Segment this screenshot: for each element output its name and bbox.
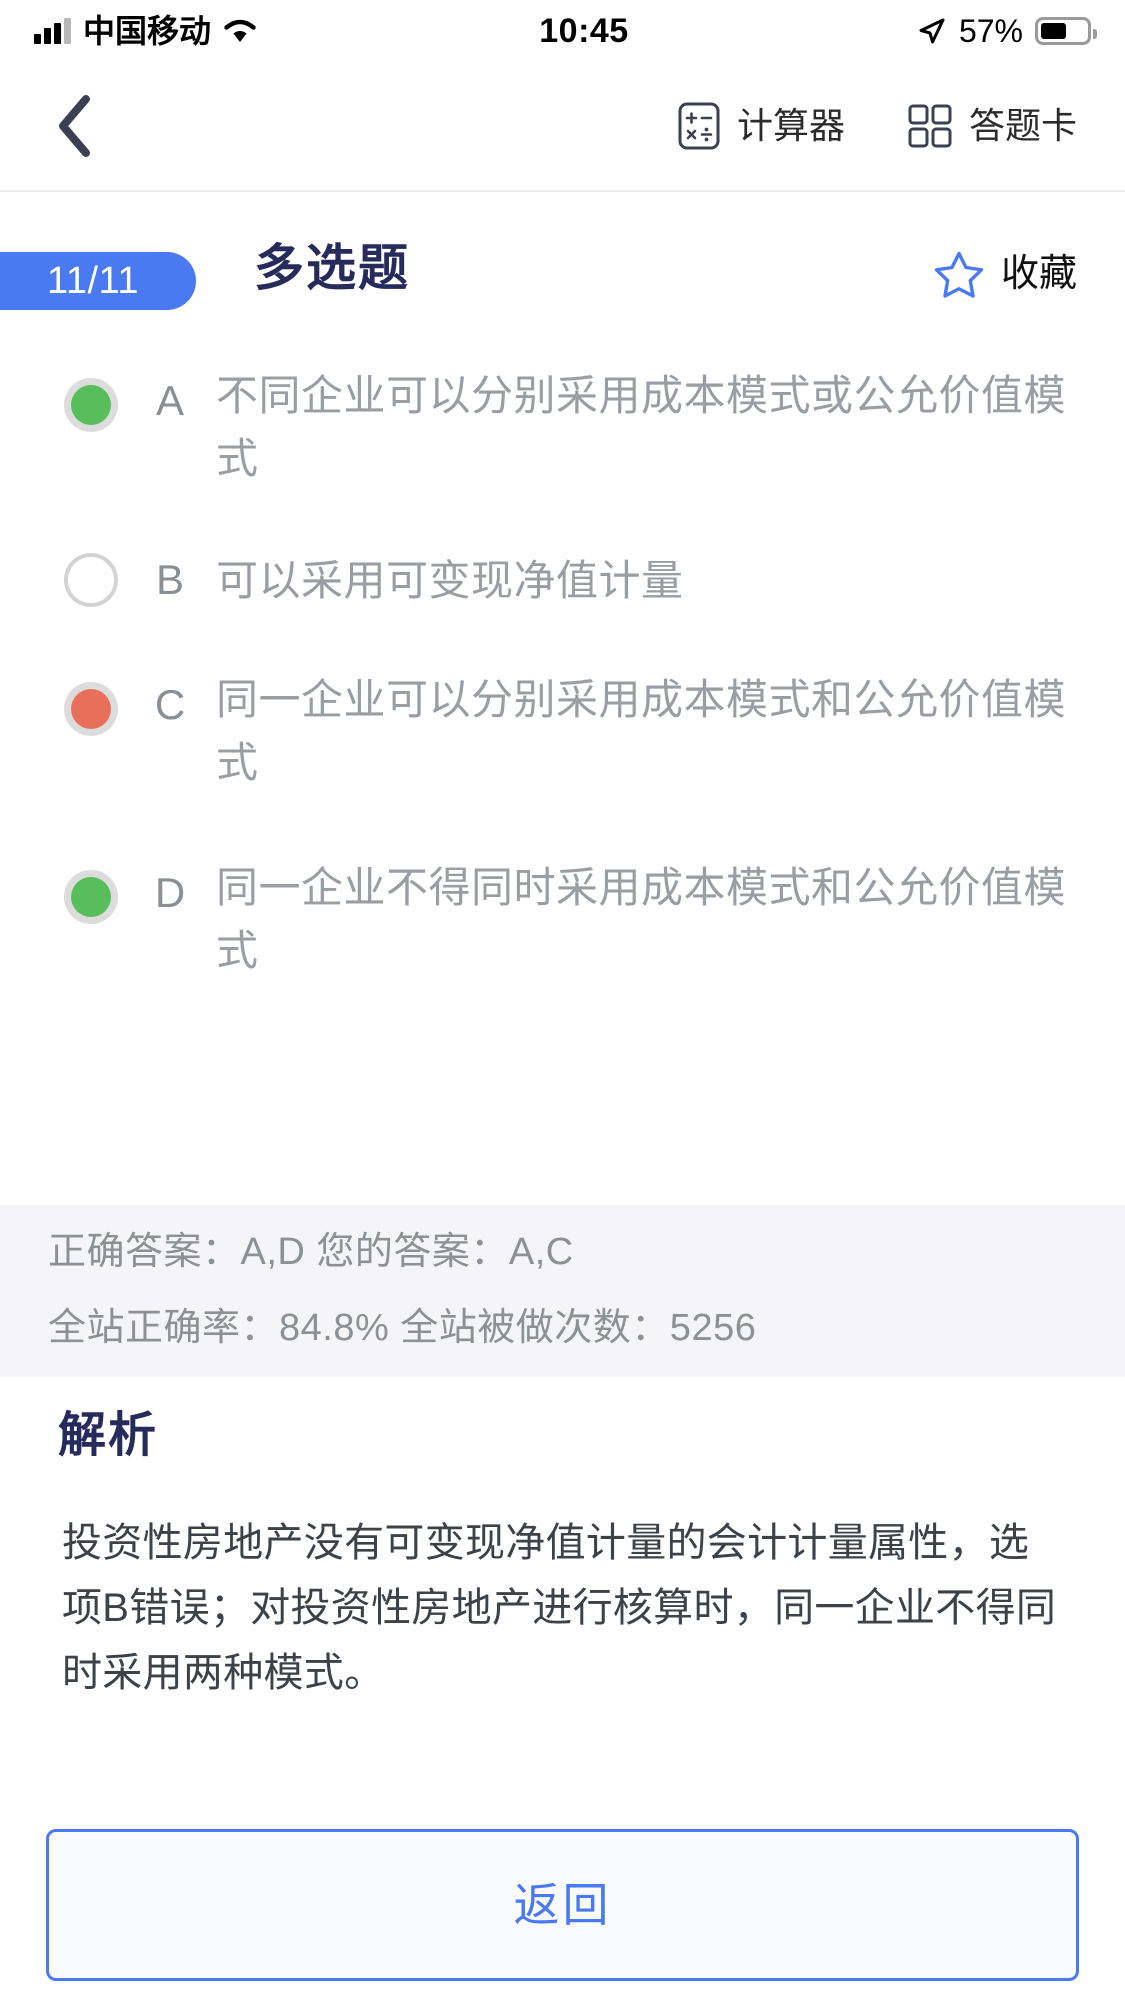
option-row-a[interactable]: A 不同企业可以分别采用成本模式或公允价值模式 (0, 360, 1125, 504)
option-letter-b: B (155, 555, 184, 603)
calculator-label: 计算器 (736, 105, 845, 146)
option-text-a: 不同企业可以分别采用成本模式或公允价值模式 (216, 372, 1067, 482)
option-marker-b[interactable] (64, 553, 118, 607)
calculator-button[interactable]: 计算器 (677, 101, 845, 151)
signal-bars-icon (34, 18, 71, 44)
answer-summary-panel: 正确答案：A,D 您的答案：A,C 全站正确率：84.8% 全站被做次数：525… (0, 1205, 1125, 1377)
option-marker-c[interactable] (64, 682, 118, 736)
option-text-d: 同一企业不得同时采用成本模式和公允价值模式 (216, 864, 1067, 974)
battery-percent-label: 57% (958, 13, 1023, 49)
status-bar: 中国移动 10:45 57% (0, 0, 1125, 62)
app-screen: 中国移动 10:45 57% 计算器 答题卡 11/11 多选题 收藏 A 不同… (0, 0, 1125, 2001)
option-marker-d[interactable] (64, 870, 118, 924)
grid-icon (908, 104, 952, 148)
calculator-icon (678, 102, 720, 150)
question-progress-label: 11/11 (47, 260, 139, 302)
answer-sheet-button[interactable]: 答题卡 (907, 103, 1077, 149)
option-row-b[interactable]: B 可以采用可变现净值计量 (0, 504, 1125, 656)
answer-sheet-label: 答题卡 (968, 105, 1077, 146)
option-row-d[interactable]: D 同一企业不得同时采用成本模式和公允价值模式 (0, 852, 1125, 996)
options-list: A 不同企业可以分别采用成本模式或公允价值模式 B 可以采用可变现净值计量 C … (0, 360, 1125, 996)
battery-icon (1035, 17, 1097, 45)
answer-statistics-line: 全站正确率：84.8% 全站被做次数：5256 (48, 1307, 757, 1349)
carrier-label: 中国移动 (83, 13, 212, 49)
question-header: 11/11 多选题 收藏 (0, 192, 1125, 342)
return-button-label: 返回 (513, 1879, 612, 1931)
analysis-title: 解析 (58, 1409, 159, 1462)
answer-comparison-line: 正确答案：A,D 您的答案：A,C (48, 1231, 574, 1273)
star-outline-icon (934, 251, 984, 298)
clock-label: 10:45 (539, 11, 629, 50)
location-arrow-icon (919, 18, 945, 44)
chevron-left-icon (59, 95, 90, 157)
return-button[interactable]: 返回 (46, 1829, 1079, 1981)
option-letter-c: C (154, 681, 186, 728)
favorite-label: 收藏 (1000, 253, 1077, 295)
favorite-button[interactable]: 收藏 (933, 248, 1077, 300)
wifi-icon (224, 19, 256, 42)
option-text-c: 同一企业可以分别采用成本模式和公允价值模式 (216, 676, 1067, 786)
option-row-c[interactable]: C 同一企业可以分别采用成本模式和公允价值模式 (0, 664, 1125, 808)
analysis-section: 解析 投资性房地产没有可变现净值计量的会计计量属性，选项B错误；对投资性房地产进… (0, 1405, 1125, 1706)
option-letter-d: D (154, 869, 186, 916)
status-bar-left: 中国移动 (34, 15, 257, 47)
option-letter-a: A (155, 377, 184, 424)
question-type-title: 多选题 (254, 240, 410, 296)
nav-bar: 计算器 答题卡 (0, 62, 1125, 192)
option-text-b: 可以采用可变现净值计量 (216, 556, 684, 604)
analysis-body: 投资性房地产没有可变现净值计量的会计计量属性，选项B错误；对投资性房地产进行核算… (62, 1521, 1057, 1695)
back-button[interactable] (40, 91, 110, 161)
status-bar-right: 57% (917, 13, 1097, 49)
question-progress-badge: 11/11 (0, 252, 196, 310)
option-marker-a[interactable] (64, 378, 118, 432)
